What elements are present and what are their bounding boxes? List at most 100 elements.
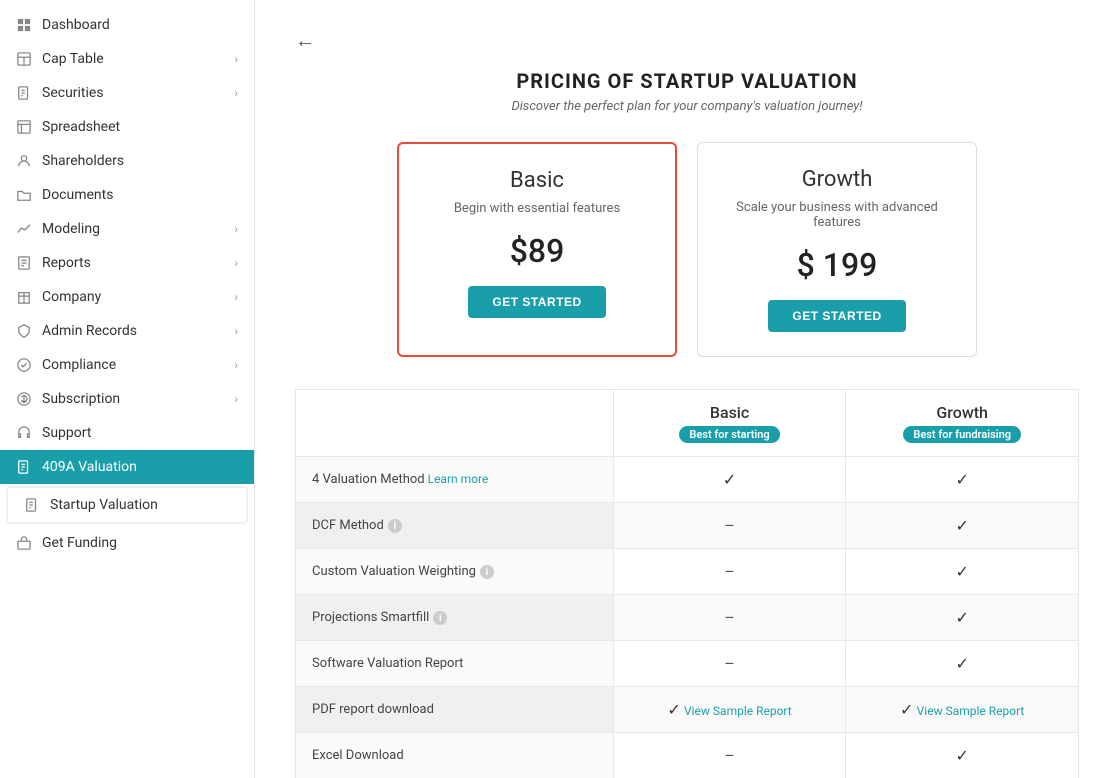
- chart-icon: [16, 221, 32, 237]
- sidebar-item-409a-valuation[interactable]: 409A Valuation: [0, 450, 254, 484]
- col-basic: Basic Best for starting: [613, 390, 846, 457]
- growth-cell: ✓: [846, 595, 1079, 641]
- pricing-card-basic: Basic Begin with essential features $89 …: [397, 142, 677, 357]
- file-icon: [24, 497, 40, 513]
- sidebar-item-label: Startup Valuation: [50, 497, 158, 513]
- person-icon: [16, 153, 32, 169]
- sidebar-item-subscription[interactable]: Subscription ›: [0, 382, 254, 416]
- feature-cell: Software Valuation Report: [296, 641, 614, 687]
- basic-badge: Best for starting: [679, 426, 779, 443]
- col-feature: [296, 390, 614, 457]
- sidebar-item-spreadsheet[interactable]: Spreadsheet: [0, 110, 254, 144]
- view-sample-report-link-basic[interactable]: View Sample Report: [684, 704, 792, 718]
- chevron-icon: ›: [234, 256, 238, 270]
- growth-title: Growth: [728, 167, 946, 192]
- feature-cell: Excel Download: [296, 733, 614, 778]
- sidebar-item-label: Dashboard: [42, 17, 110, 33]
- document-icon: [16, 85, 32, 101]
- table-icon: [16, 51, 32, 67]
- check-icon: ✓: [955, 562, 968, 581]
- info-icon[interactable]: i: [433, 611, 447, 625]
- folder-icon: [16, 187, 32, 203]
- basic-desc: Begin with essential features: [429, 201, 645, 216]
- chevron-icon: ›: [234, 52, 238, 66]
- check-icon: ✓: [955, 470, 968, 489]
- sidebar-item-cap-table[interactable]: Cap Table ›: [0, 42, 254, 76]
- sidebar-item-label: Subscription: [42, 391, 120, 407]
- sidebar-item-label: Support: [42, 425, 91, 441]
- check-icon: ✓: [667, 700, 680, 719]
- sidebar-item-label: Admin Records: [42, 323, 137, 339]
- sidebar-item-label: 409A Valuation: [42, 459, 137, 475]
- pricing-cards: Basic Begin with essential features $89 …: [295, 142, 1079, 357]
- sidebar-item-label: Compliance: [42, 357, 116, 373]
- sidebar-item-label: Cap Table: [42, 51, 104, 67]
- table-row: Custom Valuation Weightingi– ✓: [296, 549, 1079, 595]
- chevron-icon: ›: [234, 324, 238, 338]
- grid-icon: [16, 17, 32, 33]
- check-icon: ✓: [955, 654, 968, 673]
- sidebar-item-label: Documents: [42, 187, 113, 203]
- sidebar-item-label: Shareholders: [42, 153, 124, 169]
- sidebar-item-shareholders[interactable]: Shareholders: [0, 144, 254, 178]
- chevron-icon: ›: [234, 358, 238, 372]
- growth-cell: ✓ View Sample Report: [846, 687, 1079, 733]
- growth-cell: ✓: [846, 503, 1079, 549]
- basic-cell: –: [613, 503, 846, 549]
- view-sample-report-link-growth[interactable]: View Sample Report: [917, 704, 1025, 718]
- basic-cell: ✓ View Sample Report: [613, 687, 846, 733]
- growth-cell: ✓: [846, 549, 1079, 595]
- basic-cell: –: [613, 595, 846, 641]
- col-growth: Growth Best for fundraising: [846, 390, 1079, 457]
- growth-cell: ✓: [846, 641, 1079, 687]
- feature-cell: PDF report download: [296, 687, 614, 733]
- sidebar-item-documents[interactable]: Documents: [0, 178, 254, 212]
- check-icon: ✓: [955, 516, 968, 535]
- check-circle-icon: [16, 357, 32, 373]
- sidebar-item-modeling[interactable]: Modeling ›: [0, 212, 254, 246]
- sidebar: Dashboard Cap Table › Securities › Sprea…: [0, 0, 255, 778]
- sidebar-item-get-funding[interactable]: Get Funding: [0, 526, 254, 560]
- funding-icon: [16, 535, 32, 551]
- spreadsheet-icon: [16, 119, 32, 135]
- sidebar-item-compliance[interactable]: Compliance ›: [0, 348, 254, 382]
- page-title: PRICING OF STARTUP VALUATION: [295, 69, 1079, 93]
- table-row: PDF report download✓ View Sample Report✓…: [296, 687, 1079, 733]
- feature-cell: Custom Valuation Weightingi: [296, 549, 614, 595]
- dash-icon: –: [724, 516, 735, 535]
- sidebar-item-label: Reports: [42, 255, 91, 271]
- sidebar-item-support[interactable]: Support: [0, 416, 254, 450]
- table-row: Software Valuation Report–✓: [296, 641, 1079, 687]
- feature-cell: Projections Smartfilli: [296, 595, 614, 641]
- col-growth-label: Growth: [862, 403, 1062, 422]
- back-button[interactable]: ←: [295, 30, 315, 53]
- pricing-card-growth: Growth Scale your business with advanced…: [697, 142, 977, 357]
- dollar-icon: [16, 391, 32, 407]
- sidebar-item-reports[interactable]: Reports ›: [0, 246, 254, 280]
- chevron-icon: ›: [234, 222, 238, 236]
- sidebar-item-startup-valuation[interactable]: Startup Valuation: [6, 486, 248, 524]
- chevron-icon: ›: [234, 392, 238, 406]
- growth-cell: ✓: [846, 457, 1079, 503]
- growth-get-started-button[interactable]: GET STARTED: [768, 300, 905, 332]
- basic-get-started-button[interactable]: GET STARTED: [468, 286, 605, 318]
- check-icon: ✓: [955, 608, 968, 627]
- file-icon: [16, 459, 32, 475]
- info-icon[interactable]: i: [388, 519, 402, 533]
- table-row: 4 Valuation Method Learn more✓✓: [296, 457, 1079, 503]
- growth-price: $ 199: [728, 246, 946, 284]
- sidebar-item-admin-records[interactable]: Admin Records ›: [0, 314, 254, 348]
- growth-badge: Best for fundraising: [903, 426, 1021, 443]
- sidebar-item-securities[interactable]: Securities ›: [0, 76, 254, 110]
- comparison-table: Basic Best for starting Growth Best for …: [295, 389, 1079, 778]
- learn-more-link[interactable]: Learn more: [425, 472, 489, 486]
- sidebar-item-company[interactable]: Company ›: [0, 280, 254, 314]
- info-icon[interactable]: i: [480, 565, 494, 579]
- sidebar-item-label: Modeling: [42, 221, 100, 237]
- sidebar-item-dashboard[interactable]: Dashboard: [0, 8, 254, 42]
- sidebar-item-label: Spreadsheet: [42, 119, 120, 135]
- chevron-icon: ›: [234, 86, 238, 100]
- basic-cell: –: [613, 549, 846, 595]
- table-row: DCF Methodi–✓: [296, 503, 1079, 549]
- feature-cell: 4 Valuation Method Learn more: [296, 457, 614, 503]
